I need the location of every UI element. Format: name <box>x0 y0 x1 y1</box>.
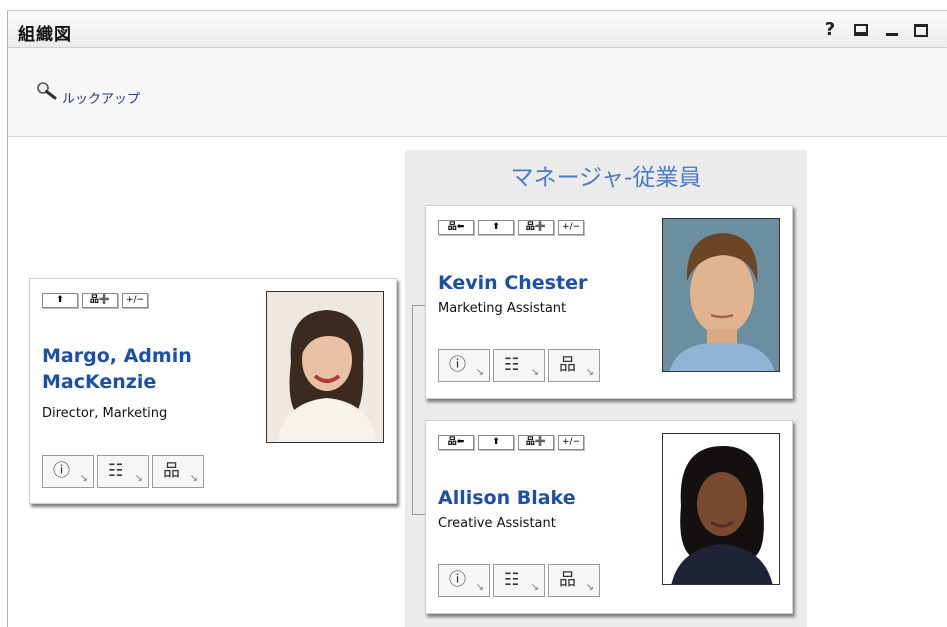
org-chart-button[interactable]: 品 ↘ <box>548 564 600 597</box>
go-up-button[interactable]: ⬆ <box>478 220 514 235</box>
expand-arrow-icon: ↘ <box>189 473 198 484</box>
org-connector <box>412 305 413 515</box>
person-title: Creative Assistant <box>438 516 556 531</box>
person-card: 品⬅ ⬆ 品➕ +/− Allison Blake Creative Assis… <box>425 420 793 614</box>
expand-reports-button[interactable]: 品➕ <box>82 293 118 308</box>
email-button[interactable]: ☷ ↘ <box>97 455 149 488</box>
toggle-button[interactable]: +/− <box>558 435 585 450</box>
org-connector <box>412 514 426 515</box>
person-photo <box>662 433 780 585</box>
person-title: Marketing Assistant <box>438 301 567 316</box>
info-icon: ⓘ <box>53 461 70 481</box>
expand-arrow-icon: ↘ <box>475 582 484 593</box>
org-chart-icon: 品 <box>163 461 180 481</box>
person-name[interactable]: Allison Blake <box>438 485 576 511</box>
minimize-icon <box>886 33 898 36</box>
lookup-label: ルックアップ <box>62 92 141 107</box>
expand-arrow-icon: ↘ <box>134 473 143 484</box>
person-title: Director, Marketing <box>42 406 168 421</box>
org-chart-button[interactable]: 品 ↘ <box>152 455 204 488</box>
info-icon: ⓘ <box>449 570 466 590</box>
email-icon: ☷ <box>504 570 520 590</box>
org-chart-button[interactable]: 品 ↘ <box>548 349 600 382</box>
portrait-allison <box>663 434 779 584</box>
org-chart-icon: 品 <box>559 355 576 375</box>
maximize-button[interactable] <box>910 19 932 41</box>
portlet-title: 組織図 <box>18 25 72 45</box>
info-button[interactable]: ⓘ ↘ <box>438 349 490 382</box>
org-connector <box>412 305 426 306</box>
person-photo <box>662 218 780 372</box>
person-name[interactable]: Kevin Chester <box>438 270 587 296</box>
show-manager-button[interactable]: 品⬅ <box>438 220 474 235</box>
expand-arrow-icon: ↘ <box>585 367 594 378</box>
help-icon: ? <box>824 19 836 40</box>
magnifier-icon <box>37 82 57 100</box>
print-icon <box>854 24 868 36</box>
info-icon: ⓘ <box>449 355 466 375</box>
print-button[interactable] <box>850 19 872 41</box>
card-nav-buttons: 品⬅ ⬆ 品➕ +/− <box>438 435 585 450</box>
toolbar: ルックアップ <box>8 48 947 137</box>
card-action-icons: ⓘ ↘ ☷ ↘ 品 ↘ <box>438 349 600 382</box>
minimize-button[interactable] <box>881 19 903 41</box>
expand-reports-button[interactable]: 品➕ <box>518 220 554 235</box>
show-manager-button[interactable]: 品⬅ <box>438 435 474 450</box>
person-card: 品⬅ ⬆ 品➕ +/− Kevin Chester Marketing Assi… <box>425 205 793 399</box>
card-nav-buttons: ⬆ 品➕ +/− <box>42 293 149 308</box>
maximize-icon <box>914 24 928 37</box>
email-button[interactable]: ☷ ↘ <box>493 564 545 597</box>
portrait-margo <box>267 292 383 442</box>
expand-arrow-icon: ↘ <box>530 582 539 593</box>
go-up-button[interactable]: ⬆ <box>478 435 514 450</box>
info-button[interactable]: ⓘ ↘ <box>42 455 94 488</box>
person-name[interactable]: Margo, Admin MacKenzie <box>42 343 192 395</box>
org-chart-portlet: 組織図 ? ルックアップ マネージャ-従業員 ⬆ 品➕ +/− Margo, A… <box>0 0 947 627</box>
toggle-button[interactable]: +/− <box>122 293 149 308</box>
portlet-titlebar: 組織図 ? <box>8 10 947 48</box>
expand-arrow-icon: ↘ <box>79 473 88 484</box>
person-photo <box>266 291 384 443</box>
portrait-kevin <box>663 219 779 371</box>
org-chart-icon: 品 <box>559 570 576 590</box>
person-card-root: ⬆ 品➕ +/− Margo, Admin MacKenzie Director… <box>29 278 397 504</box>
person-name-line2[interactable]: MacKenzie <box>42 369 192 395</box>
email-icon: ☷ <box>504 355 520 375</box>
go-up-button[interactable]: ⬆ <box>42 293 78 308</box>
expand-reports-button[interactable]: 品➕ <box>518 435 554 450</box>
lookup-link[interactable]: ルックアップ <box>36 81 140 107</box>
card-nav-buttons: 品⬅ ⬆ 品➕ +/− <box>438 220 585 235</box>
card-action-icons: ⓘ ↘ ☷ ↘ 品 ↘ <box>42 455 204 488</box>
email-icon: ☷ <box>108 461 124 481</box>
expand-arrow-icon: ↘ <box>475 367 484 378</box>
card-action-icons: ⓘ ↘ ☷ ↘ 品 ↘ <box>438 564 600 597</box>
email-button[interactable]: ☷ ↘ <box>493 349 545 382</box>
toggle-button[interactable]: +/− <box>558 220 585 235</box>
panel-title: マネージャ-従業員 <box>510 165 702 191</box>
expand-arrow-icon: ↘ <box>585 582 594 593</box>
info-button[interactable]: ⓘ ↘ <box>438 564 490 597</box>
help-button[interactable]: ? <box>819 19 841 41</box>
expand-arrow-icon: ↘ <box>530 367 539 378</box>
person-name-line1[interactable]: Margo, Admin <box>42 343 192 369</box>
